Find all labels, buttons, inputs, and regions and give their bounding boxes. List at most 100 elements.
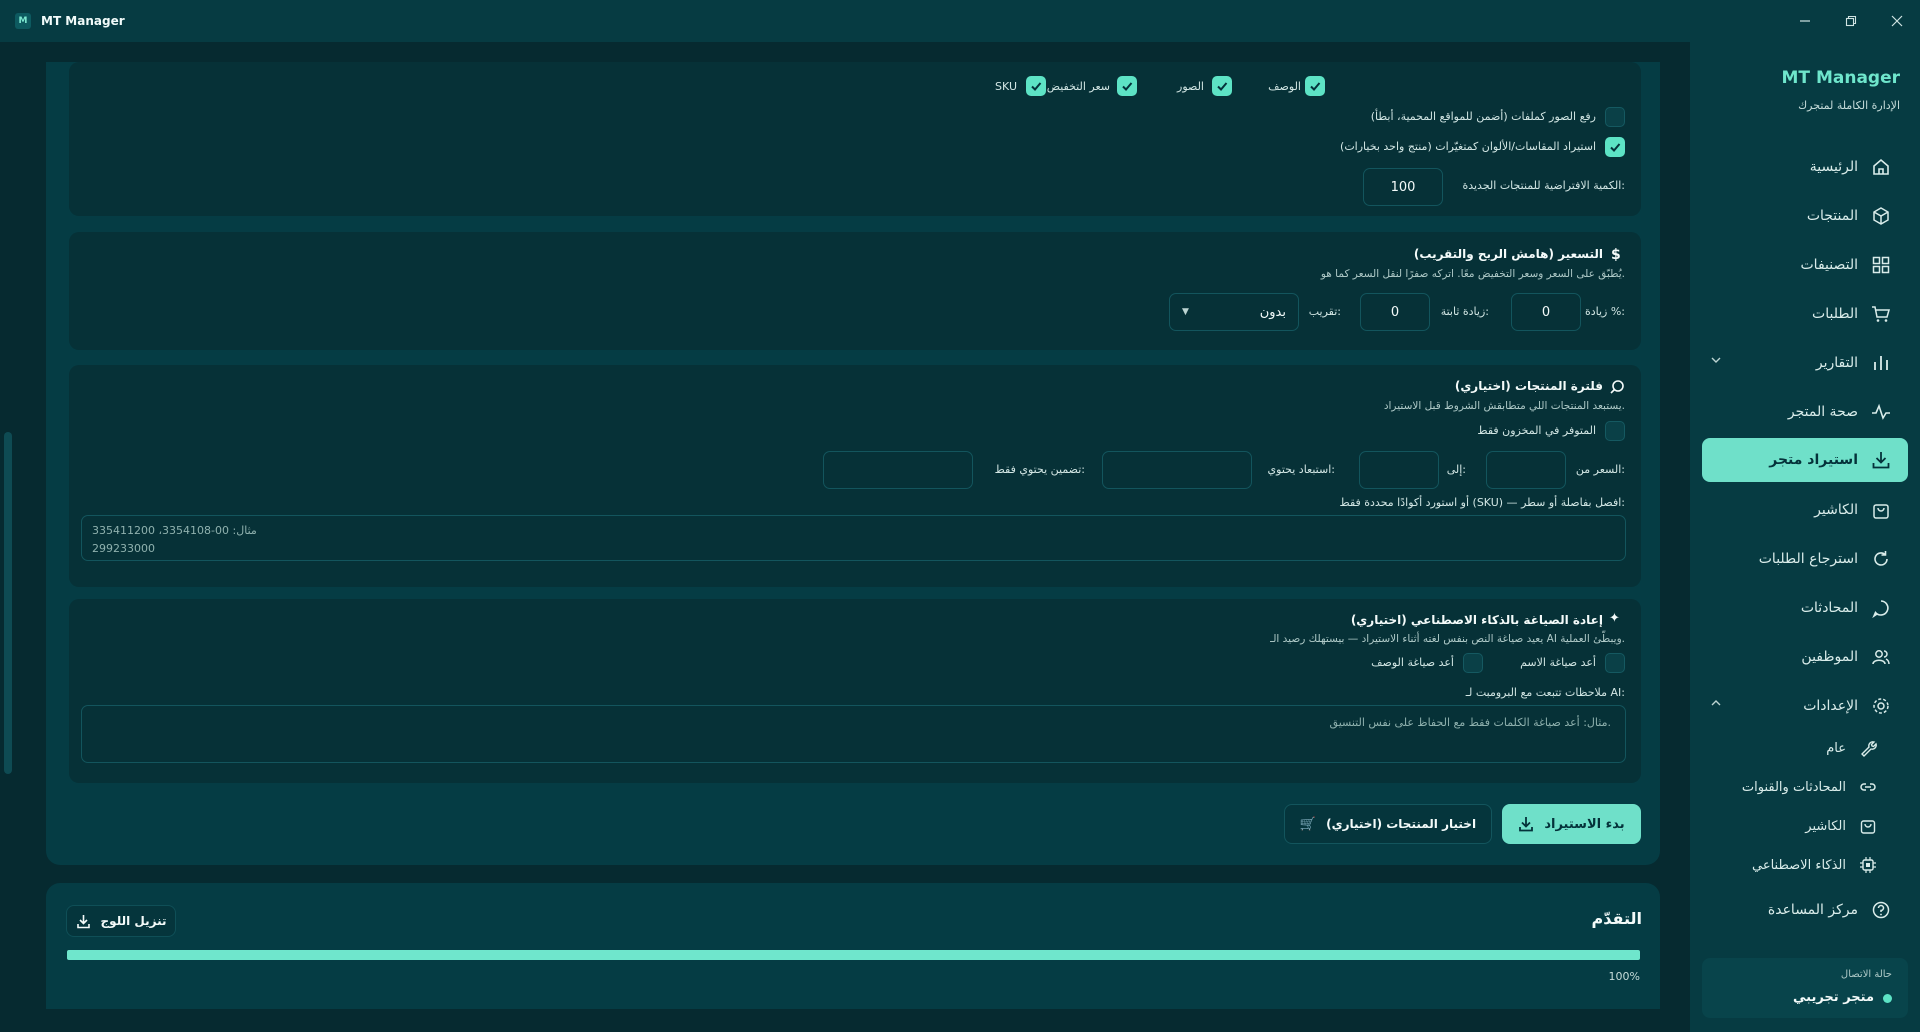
wrench-icon [1858, 738, 1878, 758]
rewrite-name-label: أعد صياغة الاسم [1520, 656, 1596, 669]
rounding-selected-value: بدون [1259, 304, 1286, 320]
import-options-card: الوصف الصور سعر التخفيض SKU رفع الصور كم… [69, 62, 1641, 216]
bag-icon [1858, 816, 1878, 836]
search-icon [1609, 379, 1625, 395]
sku-list-label: أو استورد أكوادًا محددة فقط (SKU) — افصل… [1339, 496, 1626, 509]
chevron-down-icon[interactable] [1710, 354, 1722, 369]
restore-button[interactable] [1828, 0, 1874, 42]
sidebar-tagline: الإدارة الكاملة لمتجرك [1798, 99, 1900, 112]
filter-description: يستبعد المنتجات اللي متطابقش الشروط قبل … [1383, 400, 1625, 412]
pricing-description: يُطبّق على السعر وسعر التخفيض معًا. اترك… [1320, 268, 1625, 280]
include-only-label: تضمين يحتوي فقط: [994, 463, 1085, 476]
sidebar-item-products[interactable]: المنتجات [1690, 194, 1920, 238]
sidebar-item-label: مركز المساعدة [1767, 902, 1858, 918]
chevron-up-icon[interactable] [1710, 697, 1722, 712]
percent-increase-label: زيادة %: [1584, 305, 1625, 318]
sku-option-label: SKU [995, 80, 1017, 93]
rewrite-name-checkbox[interactable] [1605, 653, 1625, 673]
ai-rewrite-card: ✦ إعادة الصياغة بالذكاء الاصطناعي (اختيا… [69, 599, 1641, 783]
start-import-button[interactable]: بدء الاستيراد [1502, 804, 1641, 844]
sidebar-item-label: التصنيفات [1800, 257, 1859, 273]
help-icon [1870, 899, 1892, 921]
home-icon [1870, 156, 1892, 178]
import-variants-label: استيراد المقاسات/الألوان كمتغيّرات (منتج… [1340, 140, 1596, 153]
exclude-contains-input[interactable] [1102, 451, 1252, 489]
rounding-label: تقريب: [1308, 305, 1341, 318]
sidebar-item-label: استرجاع الطلبات [1758, 551, 1858, 567]
include-only-input[interactable] [823, 451, 973, 489]
in-stock-only-checkbox[interactable] [1605, 421, 1625, 441]
sku-placeholder-line2: 299233000 [92, 542, 155, 555]
sidebar-item-conversations[interactable]: المحادثات [1690, 586, 1920, 630]
description-checkbox[interactable] [1305, 76, 1325, 96]
ai-notes-textarea[interactable]: مثال: أعد صياغة الكلمات فقط مع الحفاظ عل… [81, 705, 1626, 763]
settings-sub-channels[interactable]: المحادثات والقنوات [1690, 772, 1920, 802]
sidebar-item-label: الذكاء الاصطناعي [1752, 857, 1846, 873]
price-to-input[interactable] [1359, 451, 1439, 489]
pulse-icon [1870, 401, 1892, 423]
gear-icon [1870, 695, 1892, 717]
sidebar-item-help-center[interactable]: مركز المساعدة [1690, 888, 1920, 932]
sidebar-item-employees[interactable]: الموظفين [1690, 635, 1920, 679]
download-log-label: تنزيل اللوج [100, 914, 167, 928]
description-option-label: الوصف [1268, 80, 1301, 93]
sidebar-item-label: الطلبات [1812, 306, 1858, 322]
sidebar-item-store-import[interactable]: استيراد متجر [1702, 438, 1908, 482]
download-icon [1519, 817, 1534, 832]
fixed-increase-input[interactable]: 0 [1360, 293, 1430, 331]
close-button[interactable] [1874, 0, 1920, 42]
ai-description: يعيد صياغة النص بنفس لغته أثناء الاستيرا… [1270, 633, 1625, 645]
sidebar-item-orders[interactable]: الطلبات [1690, 292, 1920, 336]
discount-price-checkbox[interactable] [1117, 76, 1137, 96]
sku-list-textarea[interactable]: مثال: 00-3354108، 335411200 299233000 [81, 515, 1626, 561]
connection-status-label: حالة الاتصال [1840, 969, 1892, 980]
default-qty-label: الكمية الافتراضية للمنتجات الجديدة: [1462, 179, 1625, 192]
rounding-select[interactable]: ▼ بدون [1169, 293, 1299, 331]
chip-icon [1858, 855, 1878, 875]
in-stock-only-label: المتوفر في المخزون فقط [1477, 424, 1596, 437]
pricing-title: التسعير (هامش الربح والتقريب) [1413, 247, 1603, 261]
settings-sub-cashier[interactable]: الكاشير [1690, 811, 1920, 841]
discount-price-option-label: سعر التخفيض [1046, 80, 1110, 93]
progress-panel: التقدّم تنزيل اللوج 100% [46, 883, 1660, 1009]
choose-products-button[interactable]: 🛒 اختيار المنتجات (اختياري) [1284, 804, 1492, 844]
upload-images-files-label: رفع الصور كملفات (أضمن للمواقع المحمية، … [1370, 110, 1596, 123]
import-variants-checkbox[interactable] [1605, 137, 1625, 157]
ai-notes-label: ملاحظات تتبعت مع البرومبت لـ AI: [1465, 686, 1625, 699]
title-bar: M MT Manager [0, 0, 1920, 42]
sku-checkbox[interactable] [1026, 76, 1046, 96]
dollar-icon: $ [1611, 247, 1621, 263]
sidebar-item-label: استيراد متجر [1769, 452, 1858, 468]
percent-increase-input[interactable]: 0 [1511, 293, 1581, 331]
sidebar-item-settings[interactable]: الإعدادات [1690, 684, 1920, 728]
connected-store-name: متجر تجريبي [1792, 990, 1874, 1005]
default-qty-input[interactable]: 100 [1363, 168, 1443, 206]
sidebar-item-cashier[interactable]: الكاشير [1690, 488, 1920, 532]
settings-sub-ai[interactable]: الذكاء الاصطناعي [1690, 850, 1920, 880]
sidebar-item-categories[interactable]: التصنيفات [1690, 243, 1920, 287]
bag-icon [1870, 499, 1892, 521]
sidebar-item-returns[interactable]: استرجاع الطلبات [1690, 537, 1920, 581]
cart-icon [1870, 303, 1892, 325]
download-log-button[interactable]: تنزيل اللوج [66, 905, 176, 937]
rewrite-description-label: أعد صياغة الوصف [1371, 656, 1454, 669]
sidebar-item-reports[interactable]: التقارير [1690, 341, 1920, 385]
settings-sub-general[interactable]: عام [1690, 733, 1920, 763]
price-from-input[interactable] [1486, 451, 1566, 489]
sidebar-item-label: المحادثات والقنوات [1741, 779, 1846, 795]
sidebar-item-store-health[interactable]: صحة المتجر [1690, 390, 1920, 434]
upload-images-files-checkbox[interactable] [1605, 107, 1625, 127]
connection-status-card: حالة الاتصال متجر تجريبي [1702, 958, 1908, 1018]
sidebar-item-home[interactable]: الرئيسية [1690, 145, 1920, 189]
sidebar-item-label: صحة المتجر [1787, 404, 1858, 420]
rewrite-description-checkbox[interactable] [1463, 653, 1483, 673]
minimize-button[interactable] [1782, 0, 1828, 42]
filter-card: فلترة المنتجات (اختياري) يستبعد المنتجات… [69, 365, 1641, 587]
filter-title: فلترة المنتجات (اختياري) [1454, 379, 1603, 393]
grid-icon [1870, 254, 1892, 276]
import-settings-panel: الوصف الصور سعر التخفيض SKU رفع الصور كم… [46, 62, 1660, 865]
rounding-chevron-icon: ▼ [1182, 307, 1189, 317]
main-scrollbar[interactable] [4, 432, 12, 774]
images-checkbox[interactable] [1212, 76, 1232, 96]
sidebar: MT Manager الإدارة الكاملة لمتجرك الرئيس… [1690, 42, 1920, 1032]
